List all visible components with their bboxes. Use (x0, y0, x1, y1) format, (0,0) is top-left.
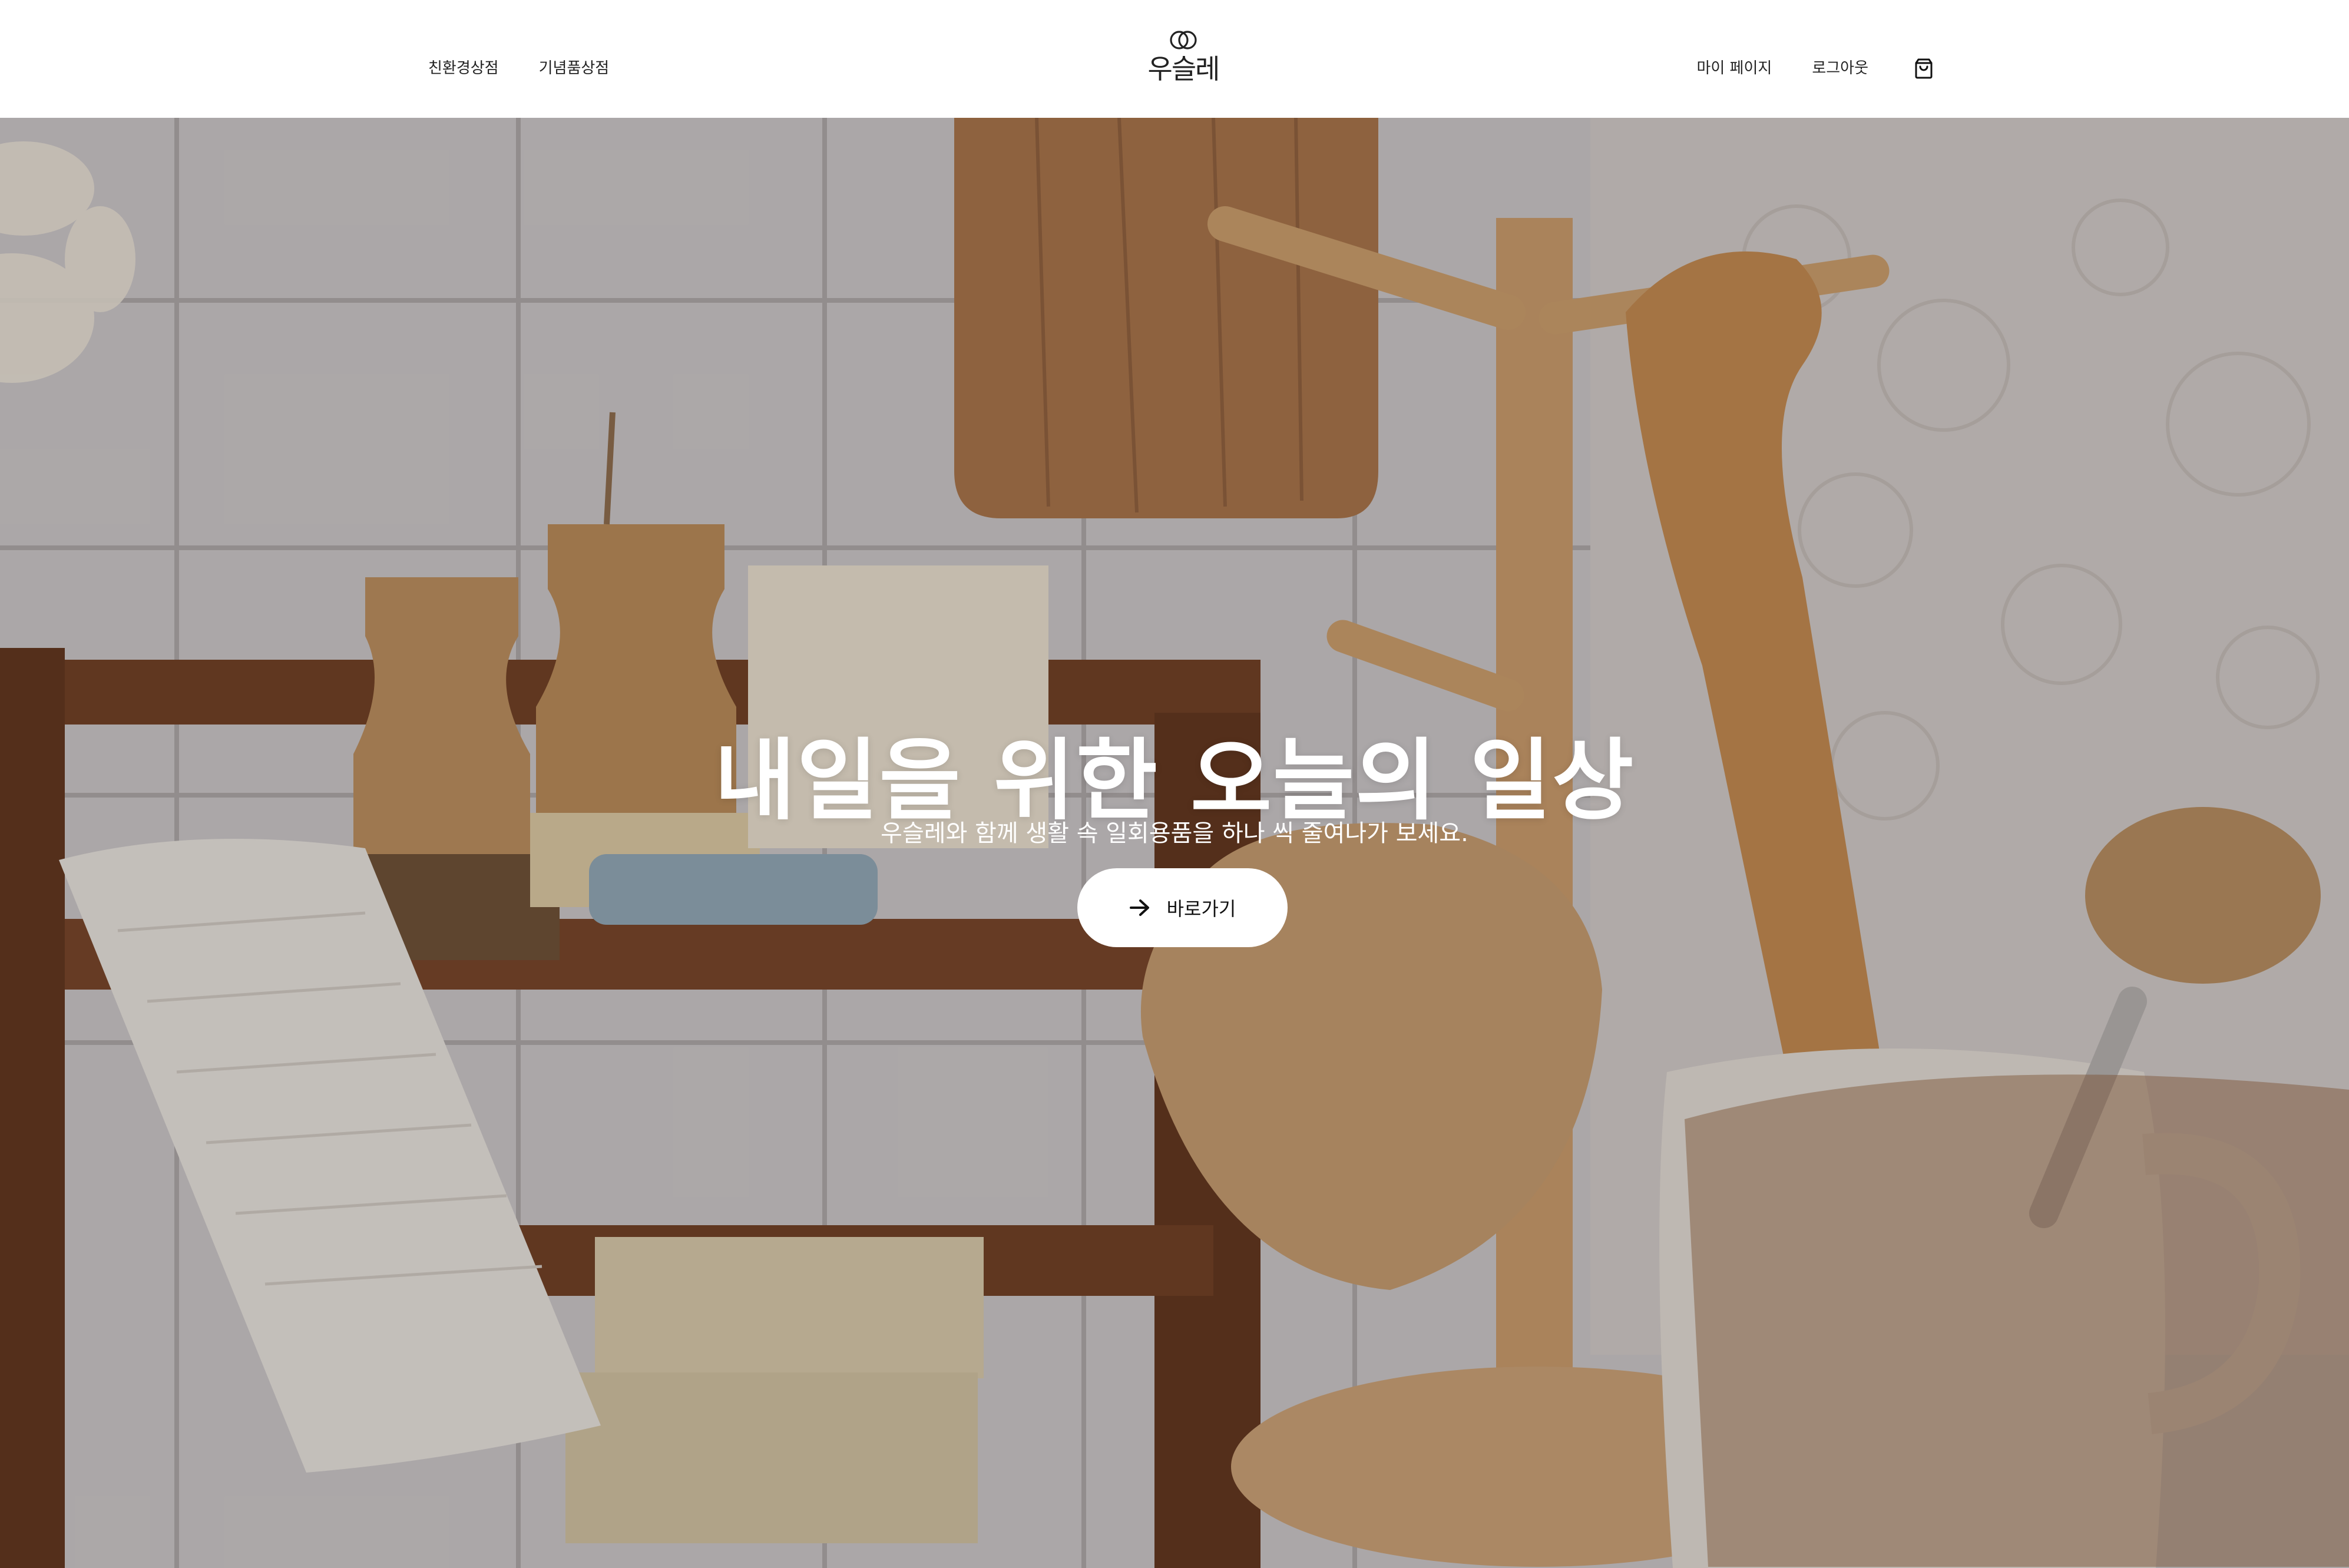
nav-souvenir-shop-link[interactable]: 기념품상점 (539, 57, 610, 80)
shopping-bag-icon[interactable] (1912, 57, 1936, 80)
right-nav: 마이 페이지 로그아웃 (1696, 57, 1936, 80)
arrow-right-icon (1129, 899, 1149, 916)
logo-text: 우슬레 (1147, 53, 1220, 85)
hero-subtitle: 우슬레와 함께 생활 속 일회용품을 하나 씩 줄여나가 보세요. (881, 820, 1468, 847)
my-page-link[interactable]: 마이 페이지 (1696, 57, 1772, 80)
logo-rings-icon (1170, 31, 1197, 49)
brand-logo[interactable]: 우슬레 (1147, 28, 1220, 93)
go-now-button[interactable]: 바로가기 (1077, 868, 1288, 947)
hero-section: 내일을 위한 오늘의 일상 우슬레와 함께 생활 속 일회용품을 하나 씩 줄여… (0, 118, 2349, 1568)
left-nav: 친환경상점 기념품상점 (428, 57, 609, 80)
site-header: 친환경상점 기념품상점 우슬레 마이 페이지 로그아웃 (0, 0, 2349, 118)
nav-eco-shop-link[interactable]: 친환경상점 (428, 57, 499, 80)
logout-link[interactable]: 로그아웃 (1812, 57, 1868, 80)
go-now-label: 바로가기 (1166, 898, 1236, 920)
